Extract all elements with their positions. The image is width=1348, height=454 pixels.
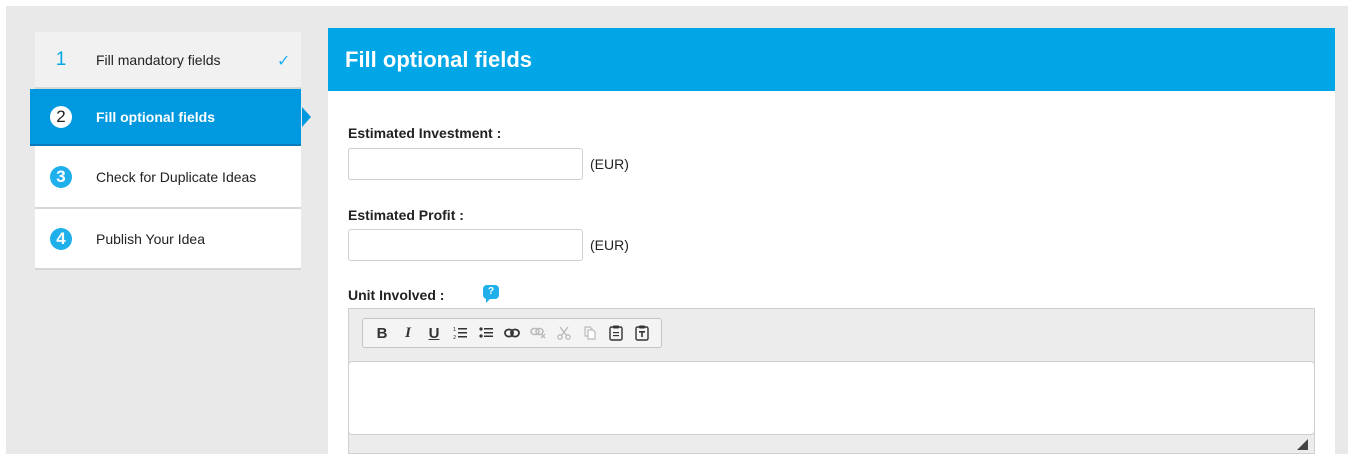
svg-text:1: 1 <box>453 327 456 333</box>
active-step-arrow-icon <box>302 106 311 127</box>
step-fill-optional-fields[interactable]: 2 Fill optional fields <box>30 89 311 146</box>
copy-button[interactable] <box>577 320 603 346</box>
step-number: 1 <box>55 48 67 70</box>
link-button[interactable] <box>499 320 525 346</box>
paste-button[interactable] <box>603 320 629 346</box>
copy-icon <box>584 326 596 340</box>
unit-involved-editor: B I U 1 2 <box>348 308 1315 454</box>
step-label: Check for Duplicate Ideas <box>96 168 257 185</box>
wizard-steps: 1 Fill mandatory fields ✓ 2 Fill optiona… <box>30 32 311 270</box>
scissors-icon <box>557 326 571 340</box>
checkmark-icon: ✓ <box>277 52 291 70</box>
step-number: 3 <box>50 165 72 188</box>
unlink-button[interactable] <box>525 320 551 346</box>
bulleted-list-icon <box>479 327 493 338</box>
bold-button[interactable]: B <box>369 320 395 346</box>
step-publish-your-idea[interactable]: 4 Publish Your Idea <box>35 209 301 270</box>
step-label: Fill optional fields <box>96 108 215 125</box>
question-bubble-icon[interactable]: ? <box>483 285 499 303</box>
estimated-investment-label: Estimated Investment : <box>348 125 502 141</box>
panel-title: Fill optional fields <box>328 28 1335 91</box>
paste-as-text-button[interactable] <box>629 320 655 346</box>
paste-text-icon <box>635 325 649 341</box>
link-icon <box>504 328 520 338</box>
underline-button[interactable]: U <box>421 320 447 346</box>
unit-involved-label: Unit Involved : <box>348 287 445 303</box>
cut-button[interactable] <box>551 320 577 346</box>
editor-text-area[interactable] <box>348 361 1315 435</box>
profit-currency-label: (EUR) <box>590 237 629 253</box>
editor-toolbar: B I U 1 2 <box>362 318 662 348</box>
clipboard-icon <box>609 325 623 341</box>
investment-currency-label: (EUR) <box>590 156 629 172</box>
estimated-profit-label: Estimated Profit : <box>348 207 464 223</box>
optional-fields-panel: Fill optional fields Estimated Investmen… <box>328 28 1335 454</box>
unlink-icon <box>530 327 546 339</box>
italic-button[interactable]: I <box>395 320 421 346</box>
svg-text:2: 2 <box>453 335 456 340</box>
step-number: 4 <box>50 227 72 250</box>
step-number: 2 <box>50 105 72 128</box>
step-fill-mandatory-fields[interactable]: 1 Fill mandatory fields ✓ <box>35 32 301 89</box>
resize-grip-icon[interactable] <box>1297 439 1308 450</box>
bulleted-list-button[interactable] <box>473 320 499 346</box>
estimated-investment-input[interactable] <box>348 148 583 180</box>
step-label: Publish Your Idea <box>96 230 205 247</box>
step-label: Fill mandatory fields <box>96 51 221 68</box>
numbered-list-button[interactable]: 1 2 <box>447 320 473 346</box>
numbered-list-icon: 1 2 <box>453 327 467 340</box>
estimated-profit-input[interactable] <box>348 229 583 261</box>
step-check-duplicate-ideas[interactable]: 3 Check for Duplicate Ideas <box>35 146 301 209</box>
